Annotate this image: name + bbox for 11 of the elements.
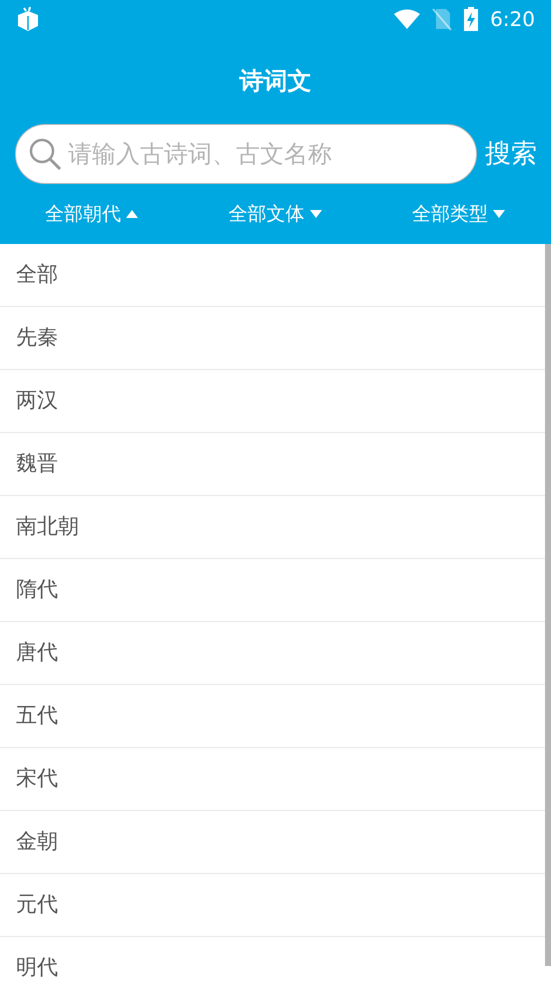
no-sim-icon [432,7,452,31]
caret-up-icon [124,209,139,219]
status-time: 6:20 [490,6,535,33]
battery-charging-icon [464,7,478,31]
caret-down-icon [308,209,322,219]
search-field[interactable]: 请输入古诗词、古文名称 [15,124,477,184]
app-box-icon [16,6,40,32]
caret-down-icon [492,209,506,219]
wifi-icon [394,8,420,30]
page-title: 诗词文 [240,66,312,97]
search-icon [27,136,63,172]
